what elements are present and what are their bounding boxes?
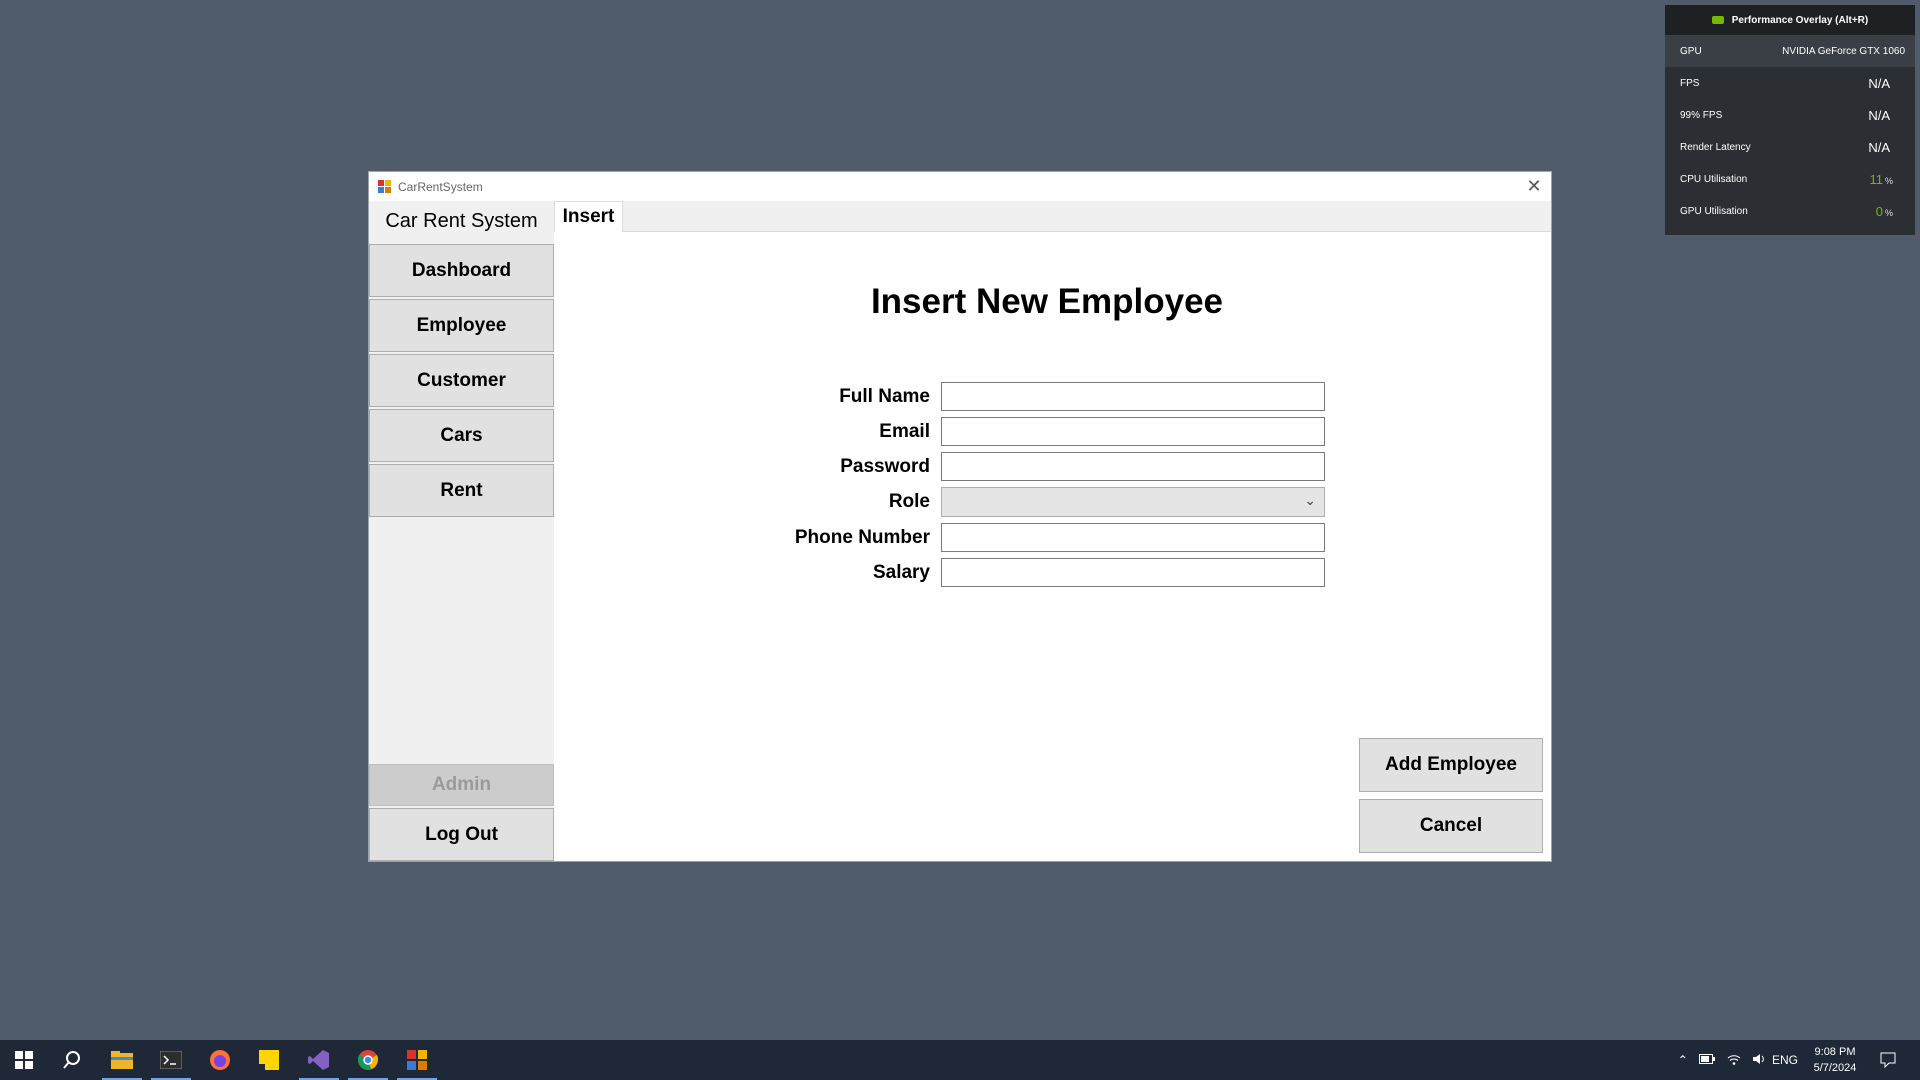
- admin-button: Admin: [369, 764, 554, 806]
- full-name-label: Full Name: [839, 386, 930, 407]
- nav-customer-button[interactable]: Customer: [369, 354, 554, 407]
- overlay-row-99fps: 99% FPS N/A: [1665, 99, 1915, 131]
- brand-label: Car Rent System: [385, 209, 538, 232]
- windows-start-icon[interactable]: [0, 1040, 48, 1080]
- taskbar: ⌃ ENG 9:08 PM 5/7/2024: [0, 1040, 1920, 1080]
- nav-dashboard-button[interactable]: Dashboard: [369, 244, 554, 297]
- overlay-value: 0: [1875, 203, 1883, 219]
- volume-icon[interactable]: [1752, 1053, 1766, 1068]
- phone-label: Phone Number: [794, 527, 930, 548]
- logout-button[interactable]: Log Out: [369, 808, 554, 861]
- full-name-input[interactable]: [941, 382, 1325, 411]
- overlay-value: N/A: [1868, 107, 1890, 123]
- clock-time: 9:08 PM: [1814, 1046, 1856, 1058]
- overlay-label: Render Latency: [1680, 141, 1751, 153]
- firefox-icon[interactable]: [196, 1040, 244, 1080]
- overlay-row-latency: Render Latency N/A: [1665, 131, 1915, 163]
- overlay-value-wrap: 11%: [1869, 172, 1893, 187]
- file-explorer-icon[interactable]: [98, 1040, 146, 1080]
- title-bar[interactable]: CarRentSystem ✕: [369, 172, 1551, 201]
- overlay-header: Performance Overlay (Alt+R): [1665, 5, 1915, 35]
- overlay-unit: %: [1884, 175, 1893, 186]
- email-input[interactable]: [941, 417, 1325, 446]
- overlay-title: Performance Overlay (Alt+R): [1731, 14, 1869, 26]
- phone-input[interactable]: [941, 523, 1325, 552]
- terminal-icon[interactable]: [147, 1040, 195, 1080]
- overlay-value: 11: [1869, 171, 1883, 187]
- overlay-row-fps: FPS N/A: [1665, 67, 1915, 99]
- chevron-down-icon: ⌄: [1304, 492, 1316, 508]
- nav-rent-button[interactable]: Rent: [369, 464, 554, 517]
- app-icon: [378, 180, 391, 193]
- nav-cars-button[interactable]: Cars: [369, 409, 554, 462]
- overlay-label: GPU Utilisation: [1680, 205, 1748, 217]
- tab-strip: Insert: [554, 201, 1551, 232]
- add-employee-button[interactable]: Add Employee: [1359, 738, 1543, 792]
- email-label: Email: [879, 421, 930, 442]
- tab-insert[interactable]: Insert: [554, 201, 623, 232]
- salary-input[interactable]: [941, 558, 1325, 587]
- overlay-value: N/A: [1868, 139, 1890, 155]
- overlay-row-gpu-util: GPU Utilisation 0%: [1665, 195, 1915, 227]
- nvidia-logo-icon: [1711, 16, 1724, 24]
- sticky-notes-icon[interactable]: [245, 1040, 293, 1080]
- language-indicator[interactable]: ENG: [1772, 1040, 1798, 1080]
- overlay-row-gpu: GPU NVIDIA GeForce GTX 1060: [1665, 35, 1915, 67]
- chevron-up-icon[interactable]: ⌃: [1678, 1053, 1688, 1067]
- insert-panel: Insert New Employee Full Name Email Pass…: [555, 232, 1551, 861]
- overlay-label: 99% FPS: [1680, 109, 1723, 121]
- overlay-row-cpu: CPU Utilisation 11%: [1665, 163, 1915, 195]
- close-icon[interactable]: ✕: [1523, 175, 1545, 197]
- performance-overlay: Performance Overlay (Alt+R) GPU NVIDIA G…: [1665, 5, 1915, 235]
- window-title: CarRentSystem: [398, 179, 483, 194]
- overlay-label: CPU Utilisation: [1680, 173, 1748, 185]
- nav-employee-button[interactable]: Employee: [369, 299, 554, 352]
- overlay-unit: %: [1884, 207, 1893, 218]
- cancel-button[interactable]: Cancel: [1359, 799, 1543, 853]
- form-title: Insert New Employee: [870, 282, 1224, 321]
- notifications-icon[interactable]: [1864, 1040, 1912, 1080]
- wifi-icon[interactable]: [1727, 1053, 1741, 1068]
- overlay-label: FPS: [1680, 77, 1700, 89]
- overlay-value: N/A: [1868, 75, 1890, 91]
- role-label: Role: [888, 491, 930, 512]
- overlay-label: GPU: [1680, 45, 1702, 57]
- overlay-value: NVIDIA GeForce GTX 1060: [1782, 45, 1905, 57]
- car-rent-app-icon[interactable]: [393, 1040, 441, 1080]
- system-tray: ⌃: [1672, 1040, 1772, 1080]
- visual-studio-icon[interactable]: [295, 1040, 343, 1080]
- battery-icon[interactable]: [1699, 1053, 1716, 1067]
- search-icon[interactable]: [48, 1040, 96, 1080]
- app-window: CarRentSystem ✕ Car Rent System Dashboar…: [368, 171, 1552, 862]
- password-input[interactable]: [941, 452, 1325, 481]
- role-select[interactable]: ⌄: [941, 487, 1325, 517]
- chrome-icon[interactable]: [344, 1040, 392, 1080]
- overlay-value-wrap: 0%: [1876, 204, 1893, 219]
- clock[interactable]: 9:08 PM 5/7/2024: [1800, 1044, 1870, 1076]
- salary-label: Salary: [872, 562, 930, 583]
- clock-date: 5/7/2024: [1813, 1062, 1857, 1074]
- password-label: Password: [840, 456, 930, 477]
- sidebar: Car Rent System Dashboard Employee Custo…: [369, 201, 554, 861]
